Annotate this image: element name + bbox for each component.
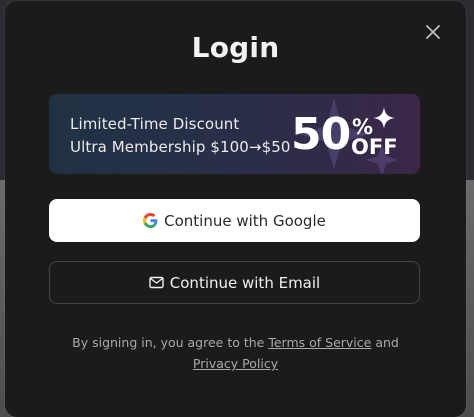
mail-icon (149, 276, 164, 289)
google-button-label: Continue with Google (164, 211, 326, 230)
google-icon (143, 213, 158, 228)
discount-off-label: OFF (351, 135, 398, 159)
discount-number: 50 (291, 109, 351, 160)
login-modal: Login Limited-Time Discount Ultra Member… (5, 1, 466, 417)
promo-headline: Limited-Time Discount (70, 115, 240, 133)
promo-banner[interactable]: Limited-Time Discount Ultra Membership $… (49, 94, 420, 174)
continue-with-email-button[interactable]: Continue with Email (49, 261, 420, 304)
legal-prefix: By signing in, you agree to the (72, 335, 269, 350)
privacy-policy-link[interactable]: Privacy Policy (193, 356, 278, 371)
sparkle-icon (373, 107, 395, 129)
legal-and-text: and (371, 335, 399, 350)
continue-with-google-button[interactable]: Continue with Google (49, 199, 420, 242)
legal-notice: By signing in, you agree to the Terms of… (5, 332, 466, 374)
modal-title: Login (191, 31, 280, 64)
email-button-label: Continue with Email (169, 273, 321, 292)
terms-of-service-link[interactable]: Terms of Service (268, 335, 371, 350)
promo-offer: Ultra Membership $100→$50 (70, 138, 291, 156)
